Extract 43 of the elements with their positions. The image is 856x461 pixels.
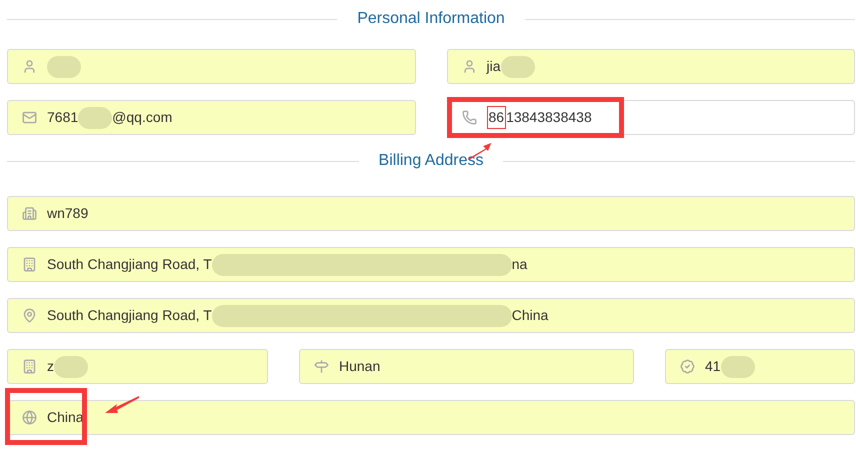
field-value: 7681	[47, 108, 78, 127]
user-icon	[462, 59, 476, 74]
blurred-redaction	[54, 356, 88, 378]
seal-icon	[680, 359, 695, 374]
field-value: @qq.com	[112, 108, 172, 127]
field-value: jia	[486, 57, 501, 76]
input-field[interactable]: 41	[665, 349, 855, 384]
building-icon	[22, 206, 37, 221]
field-value: China	[512, 306, 548, 325]
envelope-icon	[22, 110, 37, 125]
input-field[interactable]: China	[7, 400, 855, 435]
signpost-icon	[314, 359, 329, 374]
building-icon	[22, 359, 37, 374]
input-field[interactable]: wn789	[7, 196, 855, 231]
blurred-redaction	[47, 56, 81, 78]
input-field[interactable]	[7, 49, 416, 84]
highlighted-digits: 86	[486, 106, 506, 129]
map-pin-icon	[22, 308, 37, 323]
input-field[interactable]: 7681 @qq.com	[7, 100, 416, 135]
input-field[interactable]: z	[7, 349, 268, 384]
field-value: China	[47, 408, 84, 427]
phone-icon	[462, 110, 476, 125]
blurred-redaction	[78, 106, 112, 128]
field-value: 13843838438	[506, 108, 592, 127]
user-icon	[22, 59, 37, 74]
building-icon	[22, 257, 37, 272]
input-field[interactable]: Hunan	[299, 349, 634, 384]
input-field[interactable]: jia	[446, 49, 855, 84]
field-value: na	[512, 255, 528, 274]
input-field[interactable]: South Changjiang Road, T na	[7, 247, 855, 282]
field-value: 41	[705, 357, 721, 376]
blurred-redaction	[720, 356, 755, 378]
arrow-annotation	[105, 395, 139, 415]
field-value: Hunan	[339, 357, 380, 376]
field-value: wn789	[47, 204, 88, 223]
globe-icon	[22, 410, 37, 425]
section-heading: Billing Address	[378, 153, 484, 169]
field-value: z	[47, 357, 54, 376]
field-value: South Changjiang Road, T	[47, 255, 212, 274]
field-value: South Changjiang Road, T	[47, 306, 212, 325]
input-field[interactable]: South Changjiang Road, T China	[7, 298, 855, 333]
blurred-redaction	[500, 56, 535, 78]
section-heading: Personal Information	[356, 11, 506, 27]
